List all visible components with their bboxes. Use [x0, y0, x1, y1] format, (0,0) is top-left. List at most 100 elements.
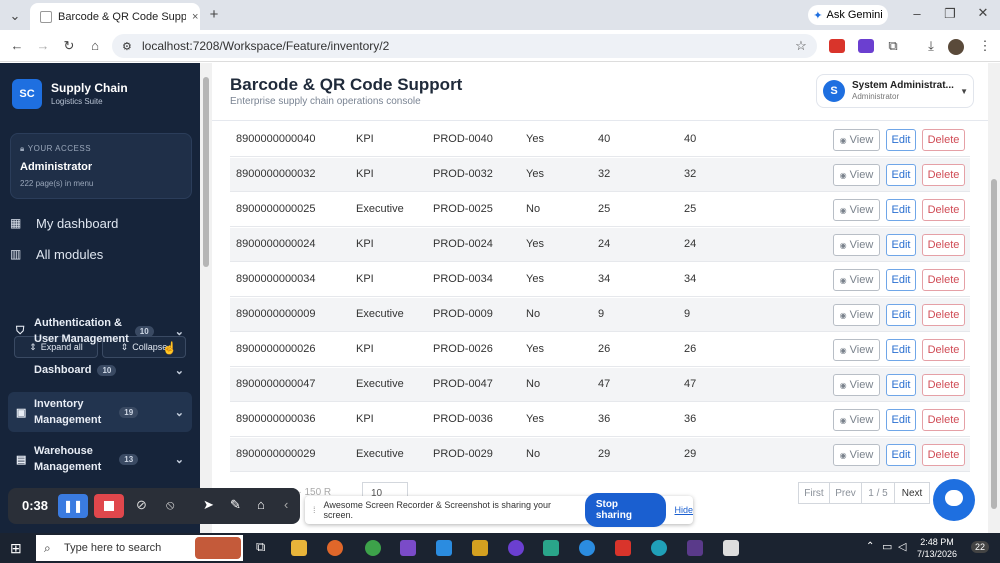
- app-icon-4[interactable]: [615, 540, 631, 556]
- edit-button[interactable]: Edit: [886, 234, 916, 256]
- drag-handle-icon[interactable]: ⁞: [313, 505, 316, 515]
- new-tab-icon[interactable]: +: [205, 6, 223, 23]
- delete-button[interactable]: Delete: [922, 129, 965, 151]
- edit-button[interactable]: Edit: [886, 164, 916, 186]
- collapse-toolbar-icon[interactable]: ‹: [284, 497, 288, 512]
- stop-sharing-button[interactable]: Stop sharing: [584, 493, 667, 527]
- module-dashboard[interactable]: Dashboard 10 ⌄: [8, 360, 192, 380]
- app-icon-6[interactable]: [687, 540, 703, 556]
- prev-page-button[interactable]: Prev: [829, 482, 862, 504]
- edit-button[interactable]: Edit: [886, 304, 916, 326]
- app-icon-2[interactable]: [543, 540, 559, 556]
- delete-button[interactable]: Delete: [922, 164, 965, 186]
- module-authentication[interactable]: ⛉ Authentication & User Management 10 ⌄: [8, 313, 192, 349]
- file-explorer-icon[interactable]: [291, 540, 307, 556]
- edit-button[interactable]: Edit: [886, 444, 916, 466]
- pause-button[interactable]: ❚❚: [58, 494, 88, 518]
- module-warehouse[interactable]: ▤ Warehouse Management 13 ⌄: [8, 441, 192, 477]
- pen-tool-icon[interactable]: ✎: [230, 497, 241, 513]
- home-icon[interactable]: ⌂: [86, 38, 104, 53]
- github-icon[interactable]: [508, 540, 524, 556]
- delete-button[interactable]: Delete: [922, 234, 965, 256]
- app-icon-7[interactable]: [723, 540, 739, 556]
- profile-icon[interactable]: [948, 39, 964, 55]
- first-page-button[interactable]: First: [798, 482, 830, 504]
- view-button[interactable]: ◉ View: [833, 374, 880, 396]
- user-menu[interactable]: S System Administrat... Administrator ▼: [816, 74, 974, 108]
- close-window-icon[interactable]: ✕: [974, 5, 992, 21]
- forward-icon[interactable]: →: [34, 38, 52, 53]
- edit-button[interactable]: Edit: [886, 339, 916, 361]
- edit-button[interactable]: Edit: [886, 199, 916, 221]
- download-icon[interactable]: ⤓: [922, 38, 940, 54]
- tray-clock[interactable]: 2:48 PM 7/13/2026: [912, 536, 962, 560]
- app-icon-5[interactable]: [651, 540, 667, 556]
- main-scroll-thumb[interactable]: [991, 179, 997, 509]
- module-label-2: User Management: [34, 333, 129, 345]
- view-button[interactable]: ◉ View: [833, 199, 880, 221]
- bookmark-star-icon[interactable]: ☆: [792, 38, 810, 54]
- delete-button[interactable]: Delete: [922, 269, 965, 291]
- chrome-icon[interactable]: [365, 540, 381, 556]
- browser-menu-icon[interactable]: ⋮: [976, 38, 994, 54]
- chat-button[interactable]: [933, 479, 975, 521]
- delete-button[interactable]: Delete: [922, 444, 965, 466]
- notification-badge[interactable]: 22: [971, 541, 990, 553]
- view-button[interactable]: ◉ View: [833, 234, 880, 256]
- view-button[interactable]: ◉ View: [833, 339, 880, 361]
- maximize-icon[interactable]: ❐: [941, 6, 959, 22]
- tab-list-icon[interactable]: ⌄: [6, 8, 24, 24]
- site-info-icon[interactable]: ⚙: [122, 40, 132, 53]
- sidebar-scrollbar[interactable]: [200, 63, 212, 533]
- minimize-icon[interactable]: –: [908, 6, 926, 21]
- highlighter-tool-icon[interactable]: ⌂: [257, 497, 265, 512]
- view-button[interactable]: ◉ View: [833, 409, 880, 431]
- back-icon[interactable]: ←: [8, 38, 26, 53]
- edit-button[interactable]: Edit: [886, 374, 916, 396]
- view-button[interactable]: ◉ View: [833, 129, 880, 151]
- sidebar-item-all-modules[interactable]: ▥ All modules: [10, 240, 192, 268]
- network-icon[interactable]: ▭: [882, 540, 892, 553]
- extension-recorder-icon[interactable]: [829, 39, 845, 53]
- cursor-tool-icon[interactable]: ➤: [203, 497, 214, 513]
- delete-button[interactable]: Delete: [922, 199, 965, 221]
- sidebar-scroll-thumb[interactable]: [203, 77, 209, 267]
- module-inventory[interactable]: ▣ Inventory Management 19 ⌄: [8, 392, 192, 432]
- url-field[interactable]: ⚙ localhost:7208/Workspace/Feature/inven…: [112, 34, 817, 58]
- browser-tab[interactable]: Barcode & QR Code Support - ×: [30, 3, 200, 30]
- view-button[interactable]: ◉ View: [833, 269, 880, 291]
- camera-off-icon[interactable]: ⊘: [136, 497, 147, 513]
- barcode-cell: 8900000000047: [236, 378, 316, 390]
- app-icon-1[interactable]: [472, 540, 488, 556]
- windows-start-icon[interactable]: ⊞: [10, 540, 22, 557]
- volume-icon[interactable]: ◁: [898, 540, 906, 553]
- delete-button[interactable]: Delete: [922, 304, 965, 326]
- mic-off-icon[interactable]: ⦸: [166, 497, 174, 513]
- next-page-button[interactable]: Next: [894, 482, 930, 504]
- firefox-icon[interactable]: [327, 540, 343, 556]
- hide-link[interactable]: Hide: [674, 505, 693, 515]
- tab-close-icon[interactable]: ×: [192, 11, 198, 23]
- edit-button[interactable]: Edit: [886, 409, 916, 431]
- ask-gemini-button[interactable]: ✦ Ask Gemini: [808, 5, 888, 25]
- taskbar-search[interactable]: ⌕ Type here to search: [36, 535, 243, 561]
- view-button[interactable]: ◉ View: [833, 444, 880, 466]
- edit-button[interactable]: Edit: [886, 129, 916, 151]
- delete-button[interactable]: Delete: [922, 374, 965, 396]
- view-button[interactable]: ◉ View: [833, 304, 880, 326]
- stop-button[interactable]: [94, 494, 124, 518]
- extension-purple-icon[interactable]: [858, 39, 874, 53]
- sidebar-item-my-dashboard[interactable]: ▦ My dashboard: [10, 209, 192, 237]
- delete-button[interactable]: Delete: [922, 409, 965, 431]
- vscode-icon[interactable]: [436, 540, 452, 556]
- reload-icon[interactable]: ↻: [60, 38, 78, 54]
- delete-button[interactable]: Delete: [922, 339, 965, 361]
- main-scrollbar[interactable]: [988, 63, 1000, 533]
- view-button[interactable]: ◉ View: [833, 164, 880, 186]
- edit-button[interactable]: Edit: [886, 269, 916, 291]
- tray-chevron-icon[interactable]: ⌃: [866, 541, 874, 552]
- task-view-icon[interactable]: ⧉: [256, 539, 265, 555]
- extensions-icon[interactable]: ⧉: [884, 38, 902, 54]
- app-icon-3[interactable]: [579, 540, 595, 556]
- visual-studio-icon[interactable]: [400, 540, 416, 556]
